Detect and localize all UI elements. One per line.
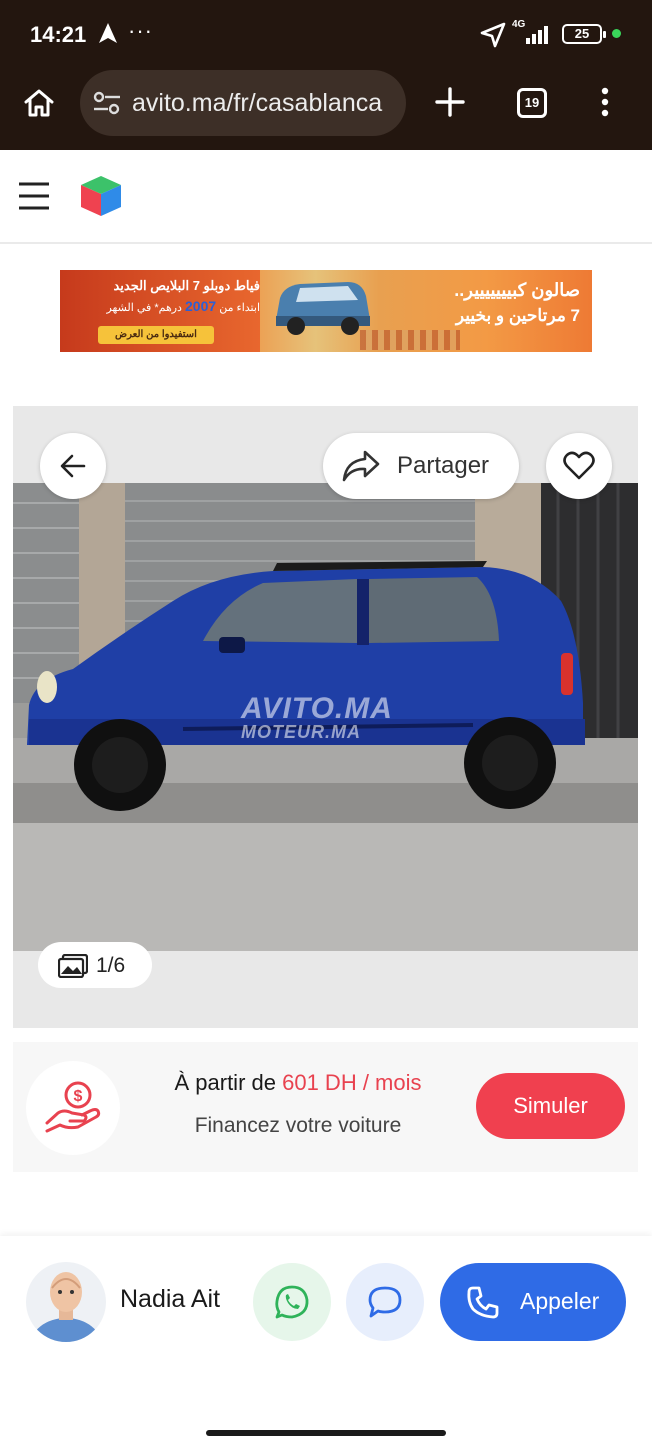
financing-icon: $ (26, 1061, 120, 1155)
avito-logo[interactable] (78, 174, 124, 218)
seller-name[interactable]: Nadia Ait (120, 1285, 220, 1314)
share-label: Partager (397, 452, 490, 479)
url-text[interactable]: avito.ma/fr/casablanca (132, 89, 394, 118)
ad-headline-right-2: 7 مرتاحين و بخيير (455, 306, 580, 325)
call-button[interactable]: Appeler (440, 1263, 626, 1341)
message-button[interactable] (346, 1263, 424, 1341)
navigation-arrow-icon (99, 23, 117, 43)
favorite-button[interactable] (546, 433, 612, 499)
status-more-dots: ··· (128, 18, 153, 43)
ad-headline-right-1: صالون كبييييييير.. (454, 280, 580, 300)
new-tab-icon[interactable] (434, 86, 466, 118)
photo-gallery[interactable]: AVITO.MA MOTEUR.MA Partager 1/6 (13, 406, 638, 1028)
network-type: 4G (512, 19, 526, 30)
home-icon[interactable] (22, 86, 56, 120)
contact-bar: Nadia Ait Appeler (0, 1236, 652, 1449)
photos-icon (58, 954, 88, 978)
hamburger-menu-icon[interactable] (18, 182, 50, 210)
listing-card-bottom (13, 1172, 638, 1236)
status-time: 14:21 (30, 22, 87, 47)
watermark-line1: AVITO.MA (241, 692, 393, 725)
svg-text:$: $ (74, 1088, 83, 1105)
ad-banner[interactable]: فياط دوبلو 7 البلايص الجديد ابتداء من 20… (60, 270, 592, 352)
battery-icon: 25 (562, 24, 606, 44)
share-icon (342, 450, 380, 482)
heart-icon (563, 451, 595, 480)
ad-price-suffix: درهم* في الشهر (106, 302, 182, 314)
listing-card-top (13, 378, 638, 408)
more-menu-icon[interactable] (600, 86, 610, 118)
ad-headline-left: فياط دوبلو 7 البلايص الجديد (113, 278, 260, 293)
whatsapp-button[interactable] (253, 1263, 331, 1341)
chat-icon (368, 1286, 402, 1318)
site-header (0, 150, 652, 244)
money-hand-icon: $ (45, 1081, 101, 1133)
whatsapp-icon (275, 1285, 309, 1319)
site-settings-icon[interactable] (92, 90, 122, 116)
financing-offer: À partir de 601 DH / mois (123, 1070, 473, 1096)
privacy-indicator (612, 29, 621, 38)
status-bar: 14:21 ··· 4G 25 (0, 0, 652, 68)
ad-cta-button[interactable]: استفيدوا من العرض (98, 326, 214, 344)
location-icon (480, 22, 506, 48)
share-button[interactable]: Partager (323, 433, 519, 499)
tab-switcher-icon[interactable]: 19 (517, 88, 547, 118)
ad-van-image (276, 282, 370, 335)
gesture-home-indicator[interactable] (206, 1430, 446, 1436)
simulate-button[interactable]: Simuler (476, 1073, 625, 1139)
listing-photo[interactable]: AVITO.MA MOTEUR.MA (13, 483, 638, 951)
address-bar[interactable]: avito.ma/fr/casablanca (80, 70, 406, 136)
ad-price-line: ابتداء من 2007 درهم* في الشهر (74, 298, 260, 314)
call-label: Appeler (520, 1288, 600, 1314)
ad-price-value: 2007 (185, 298, 217, 314)
signal-icon (526, 26, 548, 44)
ad-rug-decoration (360, 330, 460, 350)
ad-price-prefix: ابتداء من (219, 302, 260, 314)
watermark-line2: MOTEUR.MA (241, 722, 361, 742)
back-arrow-icon (60, 454, 86, 478)
financing-banner: $ À partir de 601 DH / mois Financez vot… (13, 1042, 638, 1172)
seller-avatar-illustration (30, 1272, 102, 1342)
photo-watermark: AVITO.MA MOTEUR.MA (241, 692, 393, 742)
financing-prefix: À partir de (174, 1070, 276, 1095)
financing-subtitle: Financez votre voiture (194, 1114, 402, 1137)
back-button[interactable] (40, 433, 106, 499)
browser-toolbar: avito.ma/fr/casablanca 19 (0, 68, 652, 150)
photo-count: 1/6 (96, 954, 126, 977)
phone-icon (467, 1286, 499, 1319)
avatar[interactable] (26, 1262, 106, 1342)
photo-counter: 1/6 (38, 942, 152, 988)
financing-amount: 601 DH / mois (282, 1070, 422, 1095)
